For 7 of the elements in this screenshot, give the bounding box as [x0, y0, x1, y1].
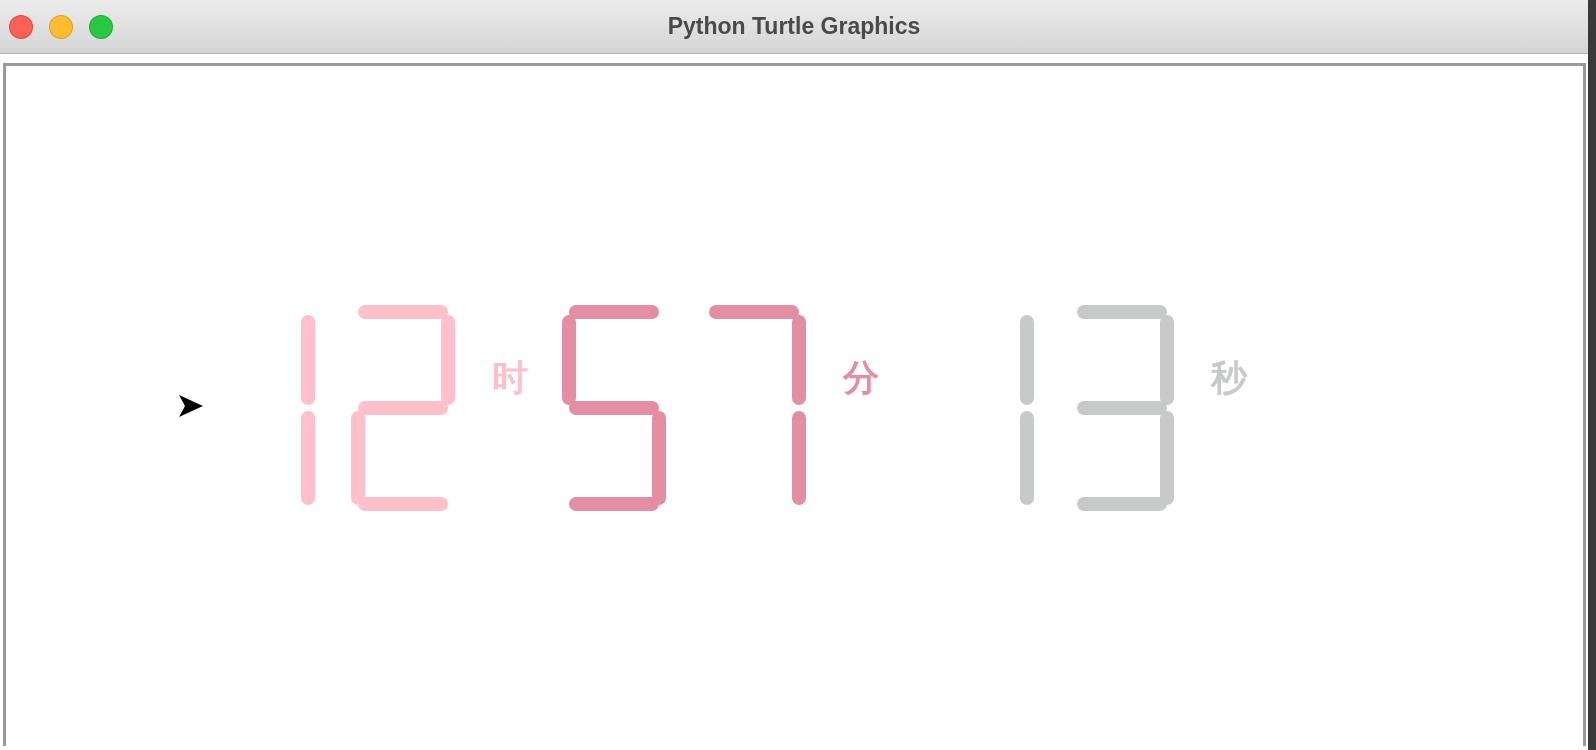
- window-title: Python Turtle Graphics: [667, 13, 921, 40]
- time-unit-label: 时: [492, 356, 528, 400]
- close-button[interactable]: [9, 15, 33, 39]
- arrowhead-icon: [179, 395, 203, 417]
- time-unit-label: 分: [843, 356, 879, 400]
- minimize-button[interactable]: [49, 15, 73, 39]
- zoom-button[interactable]: [89, 15, 113, 39]
